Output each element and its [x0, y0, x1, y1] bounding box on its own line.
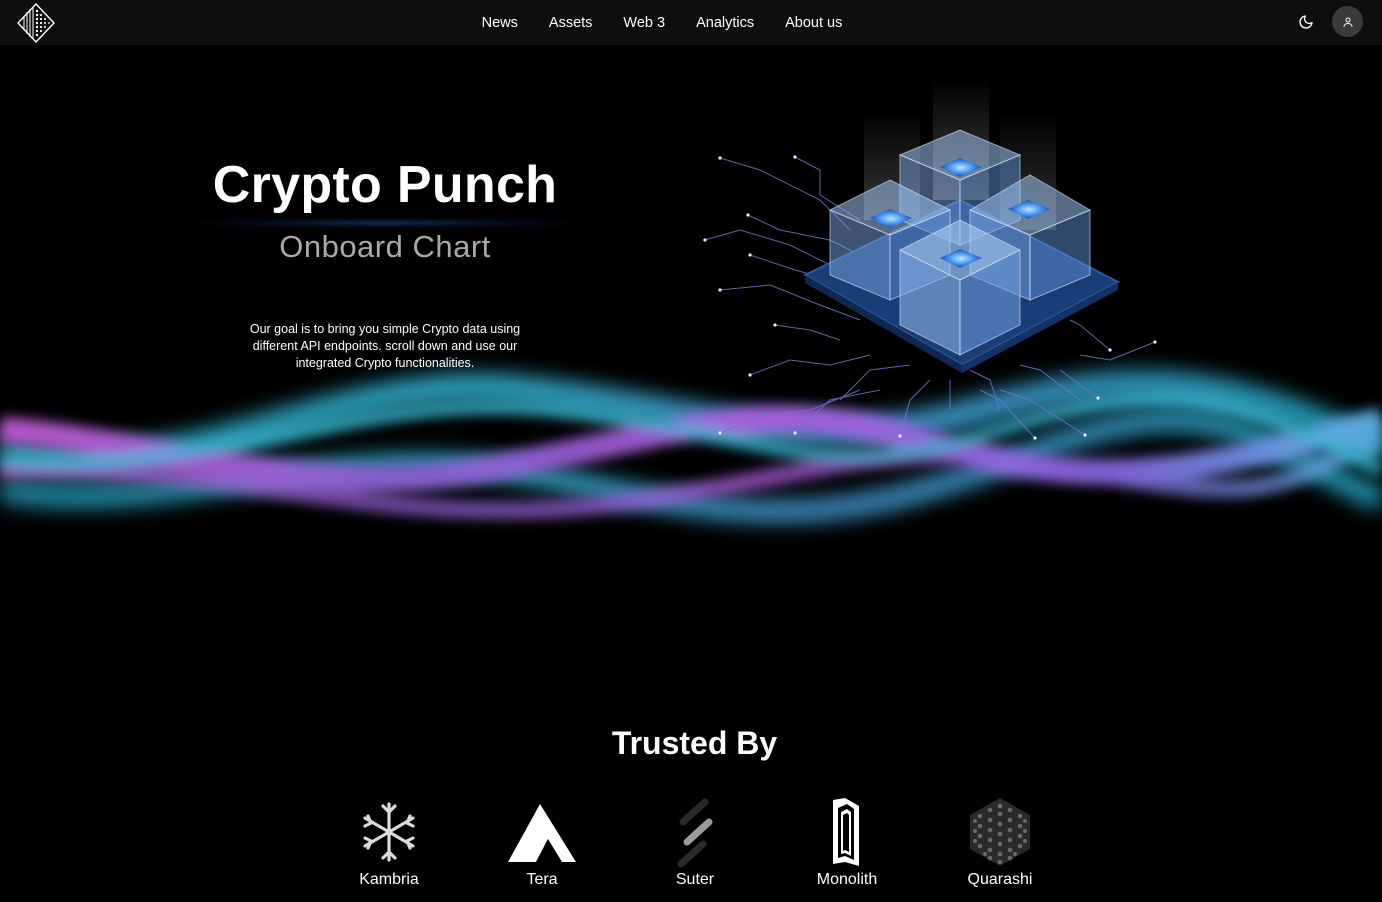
- suter-logo-icon: [677, 798, 713, 868]
- user-icon: [1343, 17, 1352, 27]
- brand-suter[interactable]: Suter: [635, 796, 755, 889]
- nav-about-us[interactable]: About us: [785, 15, 842, 31]
- brand-quarashi[interactable]: Quarashi: [940, 796, 1060, 889]
- top-navbar: News Assets Web 3 Analytics About us: [0, 0, 1382, 45]
- hero-subtitle: Onboard Chart: [279, 229, 491, 264]
- hero-title-glow: [175, 217, 595, 229]
- hero-title: Crypto Punch: [212, 156, 558, 214]
- user-account-button[interactable]: [1332, 6, 1363, 37]
- brand-label-quarashi: Quarashi: [967, 871, 1033, 888]
- hero-heading-block: Crypto Punch Onboard Chart: [110, 155, 660, 265]
- moon-icon: [1299, 15, 1313, 29]
- brand-label-tera: Tera: [526, 871, 558, 888]
- nav-web3[interactable]: Web 3: [623, 15, 665, 31]
- brand-monolith[interactable]: Monolith: [787, 796, 907, 889]
- monolith-logo-icon: [833, 798, 859, 866]
- chip-illustration: [703, 80, 1157, 440]
- brand-tera[interactable]: Tera: [482, 796, 602, 889]
- quarashi-logo-icon: [970, 798, 1030, 866]
- nav-analytics[interactable]: Analytics: [696, 15, 754, 31]
- nav-assets[interactable]: Assets: [549, 15, 593, 31]
- theme-toggle-button[interactable]: [1294, 10, 1318, 34]
- brand-label-kambria: Kambria: [359, 871, 419, 888]
- main-nav: News Assets Web 3 Analytics About us: [0, 0, 1382, 45]
- hero-description: Our goal is to bring you simple Crypto d…: [249, 322, 521, 370]
- site-logo[interactable]: [15, 2, 57, 44]
- hero-wave-graphic: [0, 370, 1382, 523]
- brand-label-suter: Suter: [675, 871, 715, 888]
- brand-kambria[interactable]: Kambria: [329, 796, 449, 889]
- kambria-logo-icon: [363, 802, 415, 862]
- nav-news[interactable]: News: [482, 15, 518, 31]
- tera-logo-icon: [508, 804, 576, 862]
- brand-label-monolith: Monolith: [816, 871, 878, 888]
- page: News Assets Web 3 Analytics About us Cry…: [0, 0, 1382, 902]
- trusted-by-title: Trusted By: [611, 725, 778, 761]
